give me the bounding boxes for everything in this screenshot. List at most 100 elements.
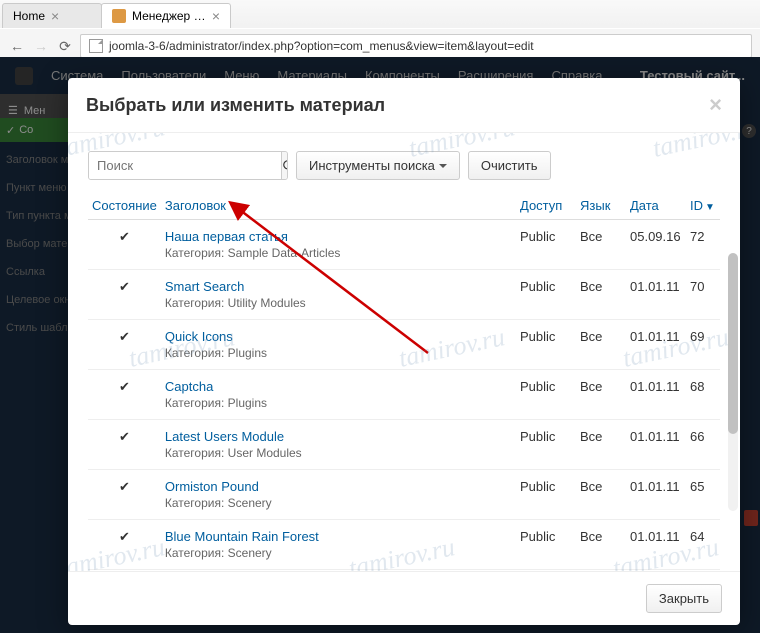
article-category: Категория: Sample Data-Articles <box>165 246 512 260</box>
cell-lang: Все <box>576 370 626 420</box>
cell-lang: Все <box>576 220 626 270</box>
browser-tab-home[interactable]: Home × <box>2 3 102 28</box>
cell-id: 72 <box>686 220 720 270</box>
modal-body: Инструменты поиска Очистить Состояние За… <box>68 133 740 571</box>
cell-title: Latest Users Module Категория: User Modul… <box>161 420 516 470</box>
cell-title: Ormiston Pound Категория: Scenery <box>161 470 516 520</box>
table-row: ✔ContentКатегория: PluginsPublicВсе01.01… <box>88 570 720 572</box>
article-link[interactable]: Latest Users Module <box>165 429 512 444</box>
col-state[interactable]: Состояние <box>88 192 161 220</box>
table-row: ✔ Blue Mountain Rain Forest Категория: Sce… <box>88 520 720 570</box>
close-icon[interactable]: × <box>212 9 220 23</box>
col-title[interactable]: Заголовок <box>161 192 516 220</box>
cell-lang: Все <box>576 420 626 470</box>
article-picker-modal: Выбрать или изменить материал × Инструме… <box>68 78 740 625</box>
cell-date: 05.09.16 <box>626 220 686 270</box>
article-link[interactable]: Blue Mountain Rain Forest <box>165 529 512 544</box>
sort-desc-icon: ▼ <box>705 202 715 213</box>
search-toolbar: Инструменты поиска Очистить <box>88 151 720 180</box>
article-link[interactable]: Smart Search <box>165 279 512 294</box>
table-row: ✔ Latest Users Module Категория: User Modu… <box>88 420 720 470</box>
articles-table: Состояние Заголовок Доступ Язык Дата ID▼… <box>88 192 720 571</box>
url-input[interactable]: joomla-3-6/administrator/index.php?optio… <box>80 34 752 58</box>
browser-chrome: Home × Менеджер меню: Созда... × ← → ⟳ j… <box>0 0 760 64</box>
modal-title: Выбрать или изменить материал <box>86 95 385 116</box>
cell-lang: Все <box>576 270 626 320</box>
cell-date: 01.01.11 <box>626 320 686 370</box>
col-access[interactable]: Доступ <box>516 192 576 220</box>
table-row: ✔ Quick Icons Категория: Plugins PublicВсе0… <box>88 320 720 370</box>
article-category: Категория: Scenery <box>165 496 512 510</box>
table-row: ✔CaptchaКатегория: PluginsPublicВсе01.01… <box>88 370 720 420</box>
scrollbar[interactable] <box>728 253 738 511</box>
cell-id: 70 <box>686 270 720 320</box>
cell-date: 01.01.11 <box>626 570 686 572</box>
cell-lang: Все <box>576 470 626 520</box>
cell-access: Public <box>516 420 576 470</box>
search-wrap <box>88 151 288 180</box>
close-icon[interactable]: × <box>709 92 722 118</box>
article-link[interactable]: Quick Icons <box>165 329 512 344</box>
col-id[interactable]: ID▼ <box>686 192 720 220</box>
article-category: Категория: Scenery <box>165 546 512 560</box>
button-label: Очистить <box>481 158 538 173</box>
close-button[interactable]: Закрыть <box>646 584 722 613</box>
cell-date: 01.01.11 <box>626 270 686 320</box>
scrollbar-thumb[interactable] <box>728 253 738 434</box>
status-published-icon[interactable]: ✔ <box>88 270 161 320</box>
cell-lang: Все <box>576 570 626 572</box>
search-input[interactable] <box>89 152 281 179</box>
back-icon[interactable]: ← <box>8 37 26 55</box>
col-date[interactable]: Дата <box>626 192 686 220</box>
status-published-icon[interactable]: ✔ <box>88 570 161 572</box>
reload-icon[interactable]: ⟳ <box>56 37 74 55</box>
cell-title: Quick Icons Категория: Plugins <box>161 320 516 370</box>
article-link[interactable]: Captcha <box>165 379 512 394</box>
clear-button[interactable]: Очистить <box>468 151 551 180</box>
cell-date: 01.01.11 <box>626 470 686 520</box>
caret-down-icon <box>439 164 447 172</box>
button-label: Закрыть <box>659 591 709 606</box>
browser-tab-active[interactable]: Менеджер меню: Созда... × <box>101 3 231 28</box>
cell-access: Public <box>516 570 576 572</box>
forward-icon[interactable]: → <box>32 37 50 55</box>
table-row: ✔Ormiston PoundКатегория: SceneryPublicВ… <box>88 470 720 520</box>
article-category: Категория: Plugins <box>165 346 512 360</box>
article-category: Категория: User Modules <box>165 446 512 460</box>
cell-access: Public <box>516 220 576 270</box>
cell-access: Public <box>516 520 576 570</box>
cell-id: 64 <box>686 520 720 570</box>
cell-date: 01.01.11 <box>626 370 686 420</box>
cell-access: Public <box>516 320 576 370</box>
cell-lang: Все <box>576 320 626 370</box>
col-lang[interactable]: Язык <box>576 192 626 220</box>
status-published-icon[interactable]: ✔ <box>88 420 161 470</box>
status-published-icon[interactable]: ✔ <box>88 320 161 370</box>
cell-title: CaptchaКатегория: Plugins <box>161 370 516 420</box>
favicon-icon <box>112 9 126 23</box>
cell-title: ContentКатегория: Plugins <box>161 570 516 572</box>
search-button[interactable] <box>281 152 288 179</box>
status-published-icon[interactable]: ✔ <box>88 470 161 520</box>
button-label: Инструменты поиска <box>309 158 435 173</box>
cell-title: Blue Mountain Rain Forest Категория: Scen… <box>161 520 516 570</box>
search-tools-button[interactable]: Инструменты поиска <box>296 151 460 180</box>
status-published-icon[interactable]: ✔ <box>88 220 161 270</box>
tab-strip: Home × Менеджер меню: Созда... × <box>0 0 760 28</box>
url-text: joomla-3-6/administrator/index.php?optio… <box>109 39 534 53</box>
status-published-icon[interactable]: ✔ <box>88 520 161 570</box>
tab-title: Менеджер меню: Созда... <box>132 9 206 23</box>
cell-title: Наша первая статья Категория: Sample Data… <box>161 220 516 270</box>
search-icon <box>282 159 288 173</box>
modal-header: Выбрать или изменить материал × <box>68 78 740 133</box>
cell-id: 69 <box>686 320 720 370</box>
cell-access: Public <box>516 270 576 320</box>
page-icon <box>89 39 103 53</box>
tab-title: Home <box>13 9 45 23</box>
cell-id: 68 <box>686 370 720 420</box>
article-link[interactable]: Наша первая статья <box>165 229 512 244</box>
status-published-icon[interactable]: ✔ <box>88 370 161 420</box>
article-link[interactable]: Ormiston Pound <box>165 479 512 494</box>
close-icon[interactable]: × <box>51 9 59 23</box>
cell-id: 66 <box>686 420 720 470</box>
